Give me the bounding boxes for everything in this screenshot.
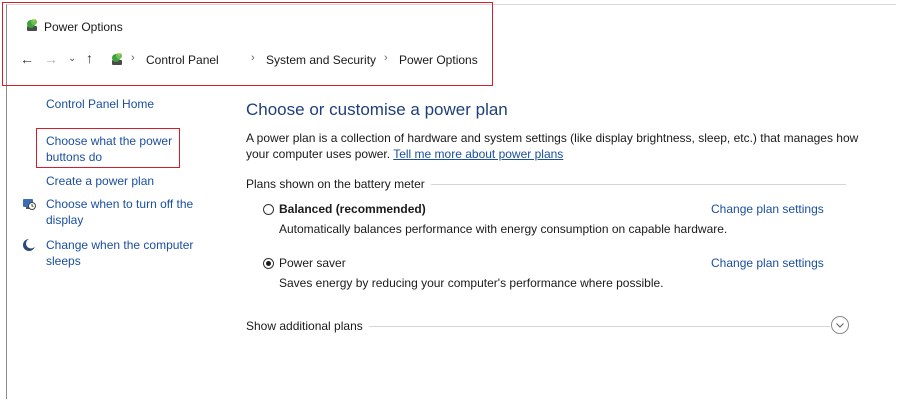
tell-me-more-link[interactable]: Tell me more about power plans [393, 147, 563, 161]
plan-name-balanced[interactable]: Balanced (recommended) [279, 202, 426, 216]
sidebar-link-create-plan[interactable]: Create a power plan [46, 173, 154, 189]
sidebar-link-control-panel-home[interactable]: Control Panel Home [46, 96, 154, 112]
radio-power-saver[interactable] [263, 258, 274, 269]
moon-icon [23, 238, 36, 251]
sidebar-link-turn-off-display[interactable]: Choose when to turn off the display [46, 196, 206, 228]
show-additional-plans-label[interactable]: Show additional plans [246, 319, 369, 333]
expand-chevron-icon[interactable] [831, 316, 849, 334]
plan-name-power-saver[interactable]: Power saver [279, 256, 346, 270]
change-plan-settings-balanced[interactable]: Change plan settings [711, 202, 824, 216]
plan-description-balanced: Automatically balances performance with … [279, 222, 728, 236]
monitor-clock-icon [23, 199, 36, 210]
plans-section-label: Plans shown on the battery meter [246, 177, 431, 191]
page-description: A power plan is a collection of hardware… [246, 130, 866, 162]
sidebar-link-computer-sleeps[interactable]: Change when the computer sleeps [46, 237, 206, 269]
radio-selected-dot [266, 261, 271, 266]
highlight-box-title-address [2, 2, 493, 86]
radio-balanced[interactable] [263, 204, 274, 215]
plan-description-power-saver: Saves energy by reducing your computer's… [279, 276, 664, 290]
page-heading: Choose or customise a power plan [246, 100, 508, 119]
change-plan-settings-power-saver[interactable]: Change plan settings [711, 256, 824, 270]
highlight-box-power-buttons [36, 128, 180, 168]
